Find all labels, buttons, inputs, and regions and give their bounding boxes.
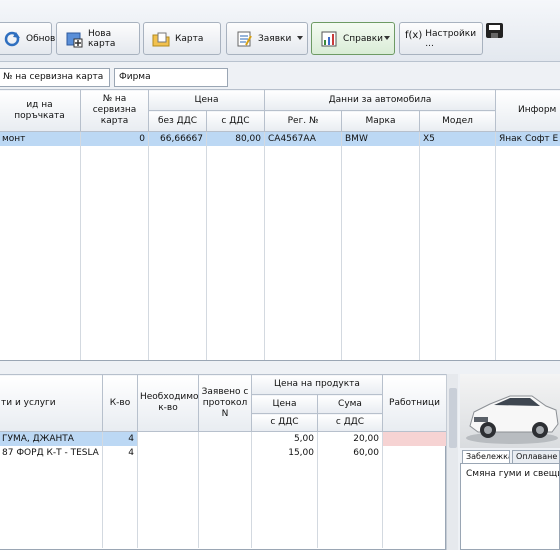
side-panel-tabs: Забележка Оплаване <box>460 450 560 464</box>
header-sum-vat[interactable]: с ДДС <box>317 413 383 432</box>
cell-qty: 4 <box>102 431 138 446</box>
header-model[interactable]: Модел <box>419 110 496 132</box>
header-price-no-vat[interactable]: без ДДС <box>148 110 207 132</box>
cell-price-no-vat: 66,66667 <box>148 131 207 146</box>
items-scrollbar[interactable] <box>446 374 458 550</box>
cell-workers[interactable] <box>382 431 447 446</box>
table-row[interactable]: монт 0 66,66667 80,00 CA4567AA BMW X5 Ян… <box>0 131 560 146</box>
card-label: Карта <box>175 33 204 44</box>
cell-item: ГУМА, ДЖАНТА <box>0 431 103 446</box>
save-icon[interactable] <box>486 23 503 38</box>
refresh-button[interactable]: Обнови <box>0 22 61 55</box>
car-photo <box>460 374 560 448</box>
cell-reg-no: CA4567AA <box>264 131 342 146</box>
header-order-type[interactable]: ид на поръчката <box>0 89 81 132</box>
cell-sum: 20,00 <box>317 431 383 446</box>
reports-button[interactable]: Справки <box>311 22 395 55</box>
cell-price: 15,00 <box>251 445 318 460</box>
header-workers[interactable]: Работници <box>382 374 447 432</box>
requests-button[interactable]: Заявки <box>226 22 308 55</box>
requests-icon <box>235 30 253 48</box>
reports-label: Справки <box>343 33 383 44</box>
scrollbar-thumb[interactable] <box>449 388 457 448</box>
items-table: ти и услуги К-во Необходимо к-во Заявено… <box>0 374 447 548</box>
header-price-with-vat[interactable]: с ДДС <box>206 110 265 132</box>
orders-table: ид на поръчката № на сервизна карта Цена… <box>0 89 560 360</box>
requests-dropdown-arrow-icon[interactable] <box>297 36 303 40</box>
cell-model: X5 <box>419 131 496 146</box>
new-card-icon <box>65 30 83 48</box>
cell-item: 87 ФОРД К-Т - TESLA <box>0 445 103 460</box>
header-qty[interactable]: К-во <box>102 374 138 432</box>
header-item[interactable]: ти и услуги <box>0 374 103 432</box>
new-card-label: Нова карта <box>88 28 116 49</box>
empty-filler-row <box>0 145 560 360</box>
cell-info: Янак Софт Е <box>495 131 560 146</box>
header-make[interactable]: Марка <box>341 110 420 132</box>
tab-payment[interactable]: Оплаване <box>512 450 560 464</box>
header-price-group: Цена <box>148 89 265 111</box>
tab-note[interactable]: Забележка <box>462 450 510 464</box>
cell-price-with-vat: 80,00 <box>206 131 265 146</box>
header-required-qty[interactable]: Необходимо к-во <box>137 374 199 432</box>
card-button[interactable]: Карта <box>143 22 221 55</box>
reports-icon <box>320 30 338 48</box>
new-card-button[interactable]: Нова карта <box>56 22 140 55</box>
cell-protocol-qty <box>198 431 252 446</box>
folder-icon <box>152 30 170 48</box>
cell-service-card-no: 0 <box>80 131 149 146</box>
header-price[interactable]: Цена <box>251 394 318 414</box>
header-sum[interactable]: Сума <box>317 394 383 414</box>
cell-qty: 4 <box>102 445 138 460</box>
cell-required-qty <box>137 445 199 460</box>
refresh-icon <box>3 30 21 48</box>
function-icon: f(x) <box>405 29 423 41</box>
cell-protocol-qty <box>198 445 252 460</box>
header-reg-no[interactable]: Рег. № <box>264 110 342 132</box>
cell-order-type: монт <box>0 131 81 146</box>
table-row[interactable]: 87 ФОРД К-Т - TESLA 4 15,00 60,00 <box>0 445 447 460</box>
header-service-card-no[interactable]: № на сервизна карта <box>80 89 149 132</box>
company-field[interactable]: Фирма <box>114 68 228 87</box>
requests-label: Заявки <box>258 33 292 44</box>
cell-required-qty <box>137 431 199 446</box>
settings-button[interactable]: f(x) Настройки ... <box>399 22 483 55</box>
service-card-number-field[interactable]: № на сервизна карта <box>0 68 110 87</box>
header-protocol-qty[interactable]: Заявено с протокол N <box>198 374 252 432</box>
header-product-price-group: Цена на продукта <box>251 374 383 395</box>
toolbar: Обнови Нова карта Карта Заявки Справки f… <box>0 0 560 62</box>
header-car-data-group: Данни за автомобила <box>264 89 496 111</box>
cell-sum: 60,00 <box>317 445 383 460</box>
table-row[interactable]: ГУМА, ДЖАНТА 4 5,00 20,00 <box>0 431 447 446</box>
header-price-vat[interactable]: с ДДС <box>251 413 318 432</box>
cell-make: BMW <box>341 131 420 146</box>
note-textarea[interactable]: Смяна гуми и свещи <box>460 463 560 550</box>
settings-label: Настройки ... <box>425 28 477 49</box>
cell-workers[interactable] <box>382 445 447 460</box>
cell-price: 5,00 <box>251 431 318 446</box>
reports-dropdown-arrow-icon[interactable] <box>384 36 390 40</box>
empty-filler-row <box>0 459 447 548</box>
header-info-group[interactable]: Информ <box>495 89 560 132</box>
